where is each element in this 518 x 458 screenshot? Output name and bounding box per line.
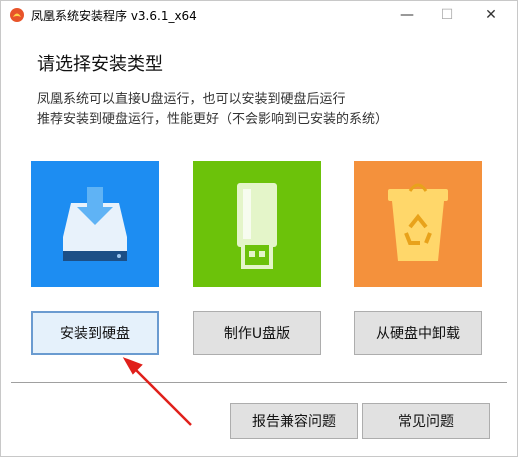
minimize-icon: —	[400, 7, 414, 23]
description-line-1: 凤凰系统可以直接U盘运行，也可以安装到硬盘后运行	[37, 92, 346, 107]
usb-drive-icon	[237, 183, 277, 269]
window-title: 凤凰系统安装程序 v3.6.1_x64	[31, 9, 197, 23]
maximize-icon: ☐	[440, 7, 454, 23]
description-line-2: 推荐安装到硬盘运行，性能更好（不会影响到已安装的系统）	[37, 112, 389, 127]
uninstall-tile[interactable]	[354, 161, 482, 287]
close-button[interactable]: ✕	[469, 1, 513, 29]
recycle-bin-icon	[388, 183, 448, 261]
make-usb-button[interactable]: 制作U盘版	[193, 311, 321, 355]
divider	[11, 382, 507, 383]
report-compatibility-button[interactable]: 报告兼容问题	[230, 403, 358, 439]
phoenix-app-icon	[10, 8, 24, 22]
make-usb-tile[interactable]	[193, 161, 321, 287]
close-icon: ✕	[485, 7, 497, 23]
uninstall-button[interactable]: 从硬盘中卸载	[354, 311, 482, 355]
install-to-disk-tile[interactable]	[31, 161, 159, 287]
page-title: 请选择安装类型	[37, 54, 163, 75]
minimize-button[interactable]: —	[385, 1, 429, 29]
installer-window: 凤凰系统安装程序 v3.6.1_x64 — ☐ ✕ 请选择安装类型 凤凰系统可以…	[0, 0, 518, 457]
title-bar: 凤凰系统安装程序 v3.6.1_x64 — ☐ ✕	[1, 1, 517, 29]
faq-button[interactable]: 常见问题	[362, 403, 490, 439]
install-to-disk-button[interactable]: 安装到硬盘	[31, 311, 159, 355]
hard-drive-download-icon	[63, 187, 127, 261]
maximize-button[interactable]: ☐	[425, 1, 469, 29]
